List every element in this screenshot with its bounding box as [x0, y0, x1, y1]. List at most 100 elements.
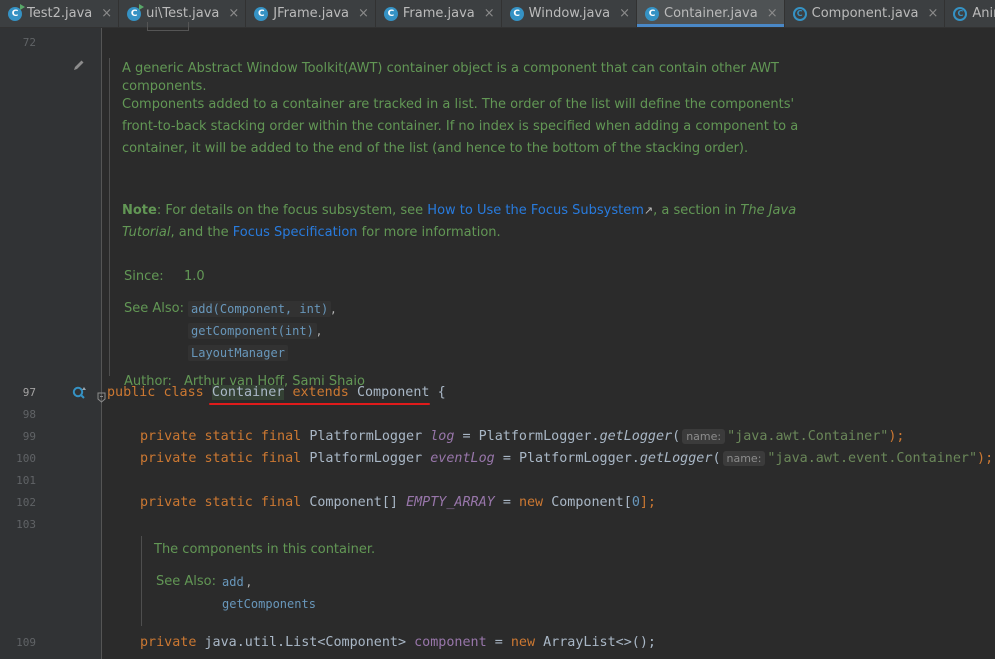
run-marker-icon — [20, 3, 25, 10]
number-literal: 0 — [631, 495, 640, 510]
doc-text: for more information. — [357, 225, 501, 240]
tab-jframe-java[interactable]: C JFrame.java × — [246, 0, 376, 27]
type: PlatformLogger — [309, 451, 423, 466]
code-line-102: private static final Component[] EMPTY_A… — [140, 494, 656, 512]
code-editor[interactable]: A generic Abstract Window Toolkit(AWT) c… — [103, 22, 995, 659]
see-also-link[interactable]: getComponent(int) — [188, 323, 317, 339]
line-number: 102 — [16, 496, 36, 509]
keyword: new — [510, 635, 536, 650]
field-name[interactable]: EMPTY_ARRAY — [406, 495, 495, 510]
tab-frame-java[interactable]: C Frame.java × — [376, 0, 502, 27]
tab-label: Test2.java — [27, 6, 93, 21]
field-javadoc: The components in this container. See Al… — [141, 536, 641, 626]
type: Component[] — [309, 495, 398, 510]
doc-text: A generic Abstract Window Toolkit(AWT) c… — [122, 61, 779, 76]
line-gutter: 72 97 98 99 100 101 102 103 109 — [0, 28, 106, 659]
overridden-search-icon[interactable] — [72, 385, 88, 401]
type: PlatformLogger — [309, 429, 423, 444]
doc-note: Note: For details on the focus subsystem… — [122, 200, 796, 244]
tab-label: Component.java — [811, 6, 919, 21]
tab-label: ui\Test.java — [146, 6, 220, 21]
run-marker-icon — [139, 3, 145, 10]
abstract-class-icon: C — [953, 6, 968, 21]
focus-subsystem-link[interactable]: How to Use the Focus Subsystem — [427, 203, 644, 218]
method-name[interactable]: getLogger — [640, 451, 713, 466]
line-number: 98 — [22, 408, 36, 421]
separator: , — [331, 302, 336, 317]
code-line-109: private java.util.List<Component> compon… — [140, 634, 656, 652]
line-number: 72 — [22, 36, 36, 49]
java-class-icon: C — [509, 6, 524, 21]
close-icon[interactable]: × — [228, 6, 239, 21]
class-ref: PlatformLogger. — [478, 429, 600, 444]
doc-text: The components in this container. — [154, 542, 376, 557]
see-also-label: See Also: — [124, 301, 184, 316]
tab-animal-java[interactable]: CAnimal.java× — [945, 0, 995, 27]
modifiers: private static final — [140, 495, 302, 510]
doc-text: Tutorial — [122, 225, 171, 240]
doc-text: Components added to a container are trac… — [122, 97, 795, 112]
line-number: 109 — [16, 636, 36, 649]
doc-text: : For details on the focus subsystem, se… — [156, 203, 428, 218]
parameter-hint: name: — [722, 451, 766, 466]
class-ref: Component[ — [551, 495, 632, 510]
edit-doc-pencil-icon[interactable] — [72, 57, 86, 71]
constructor-call: ArrayList<>(); — [543, 635, 656, 650]
modifiers: private static final — [140, 429, 302, 444]
keyword: public — [107, 385, 156, 400]
code-line-99: private static final PlatformLogger log … — [140, 428, 904, 446]
close-icon[interactable]: × — [358, 6, 369, 21]
close-icon[interactable]: × — [767, 6, 778, 21]
tab-label: JFrame.java — [273, 6, 349, 21]
doc-text: The Java — [740, 203, 797, 218]
class-ref: PlatformLogger. — [518, 451, 640, 466]
method-name[interactable]: getLogger — [600, 429, 673, 444]
code-line-97: public class Container extends Component… — [107, 384, 446, 402]
line-number: 100 — [16, 452, 36, 465]
note-label: Note — [122, 203, 157, 218]
tab-container-java[interactable]: C Container.java × — [637, 0, 785, 27]
see-also-link[interactable]: LayoutManager — [188, 345, 288, 361]
operator: = — [502, 495, 511, 510]
tab-test2-java[interactable]: C Test2.java × — [0, 0, 120, 27]
see-also-link[interactable]: add(Component, int) — [188, 301, 332, 317]
modifiers: private static final — [140, 451, 302, 466]
see-also-link[interactable]: add — [219, 574, 247, 590]
focus-specification-link[interactable]: Focus Specification — [233, 225, 358, 240]
class-name[interactable]: Container — [211, 385, 285, 400]
field-name[interactable]: log — [430, 429, 454, 444]
since-value: 1.0 — [184, 269, 205, 284]
close-icon[interactable]: × — [927, 6, 938, 21]
field-name[interactable]: component — [414, 635, 487, 650]
tab-window-java[interactable]: C Window.java × — [502, 0, 638, 27]
close-icon[interactable]: × — [101, 6, 112, 21]
line-number: 97 — [22, 386, 36, 399]
doc-text: , a section in — [653, 203, 741, 218]
tab-component-java[interactable]: C Component.java × — [785, 0, 946, 27]
paren: ( — [672, 429, 681, 444]
keyword: class — [163, 385, 204, 400]
parameter-hint: name: — [682, 429, 726, 444]
operator: = — [462, 429, 471, 444]
doc-text: , and the — [170, 225, 233, 240]
code-line-100: private static final PlatformLogger even… — [140, 450, 993, 468]
separator: , — [316, 324, 321, 339]
line-number: 103 — [16, 518, 36, 531]
bracket: ]; — [639, 495, 656, 510]
close-icon[interactable]: × — [484, 6, 495, 21]
brace: { — [437, 385, 446, 400]
tab-label: Container.java — [664, 6, 758, 21]
see-also-link[interactable]: getComponents — [219, 596, 319, 612]
close-icon[interactable]: × — [619, 6, 630, 21]
java-class-run-icon: C — [127, 3, 145, 21]
separator: , — [246, 575, 251, 590]
keyword: extends — [292, 385, 349, 400]
string-literal: "java.awt.Container" — [727, 429, 889, 444]
abstract-class-icon: C — [792, 6, 807, 21]
field-name[interactable]: eventLog — [430, 451, 495, 466]
paren: ( — [712, 451, 721, 466]
see-also-label: See Also: — [156, 574, 216, 589]
doc-text: container, it will be added to the end o… — [122, 141, 749, 156]
parent-class-name[interactable]: Component — [357, 385, 430, 400]
java-class-icon: C — [383, 6, 398, 21]
